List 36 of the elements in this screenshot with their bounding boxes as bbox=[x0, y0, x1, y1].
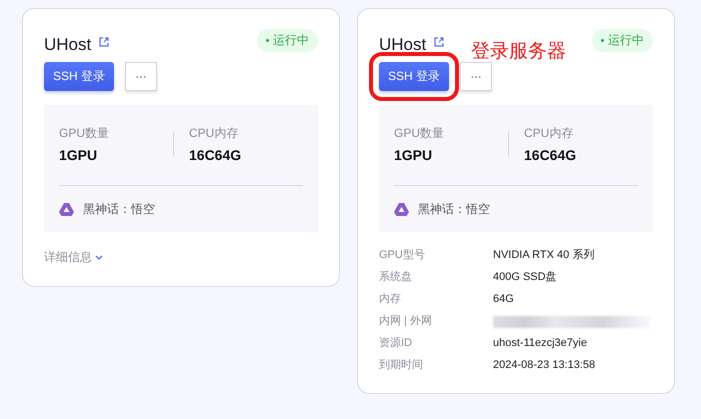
annotation-text: 登录服务器 bbox=[471, 40, 566, 64]
spec-value: 1GPU bbox=[59, 147, 98, 163]
detail-value: 64G bbox=[493, 292, 515, 307]
more-button[interactable]: ··· bbox=[460, 62, 492, 91]
detail-label: 内存 bbox=[379, 292, 402, 307]
detail-value: 400G SSD盘 bbox=[493, 270, 558, 285]
instance-title: UHost bbox=[44, 35, 92, 55]
external-link-icon[interactable] bbox=[99, 37, 110, 47]
chevron-down-icon bbox=[95, 254, 103, 260]
detail-label: 系统盘 bbox=[379, 270, 413, 285]
detail-value: uhost-11ezcj3e7yie bbox=[493, 336, 588, 351]
detail-label: GPU型号 bbox=[379, 248, 426, 263]
spec-label: CPU内存 bbox=[189, 125, 240, 142]
triangle-logo-icon bbox=[394, 203, 409, 216]
image-name: 黑神话：悟空 bbox=[83, 201, 155, 218]
spec-value: 1GPU bbox=[394, 147, 434, 163]
detail-label: 到期时间 bbox=[379, 358, 424, 373]
ssh-login-button[interactable]: SSH 登录 bbox=[44, 62, 114, 91]
detail-label: 内网 | 外网 bbox=[379, 314, 433, 329]
spec-label: GPU数量 bbox=[59, 125, 110, 142]
external-link-icon[interactable] bbox=[434, 37, 444, 47]
spec-label: GPU数量 bbox=[394, 125, 446, 142]
detail-value: NVIDIA RTX 40 系列 bbox=[493, 248, 596, 263]
detail-value: 2024-08-23 13:13:58 bbox=[493, 358, 596, 373]
ssh-login-button[interactable]: SSH 登录 bbox=[379, 62, 449, 91]
status-badge: 运行中 bbox=[257, 28, 318, 52]
instance-title: UHost bbox=[379, 35, 426, 55]
status-badge: 运行中 bbox=[592, 28, 653, 52]
spec-value: 16C64G bbox=[524, 147, 578, 163]
image-name: 黑神话：悟空 bbox=[418, 201, 490, 218]
spec-label: CPU内存 bbox=[524, 125, 574, 142]
triangle-logo-icon bbox=[59, 203, 74, 216]
spec-value: 16C64G bbox=[189, 147, 242, 163]
detail-label: 资源ID bbox=[379, 336, 413, 351]
details-toggle[interactable]: 详细信息 bbox=[44, 249, 103, 266]
more-button[interactable]: ··· bbox=[125, 62, 157, 91]
